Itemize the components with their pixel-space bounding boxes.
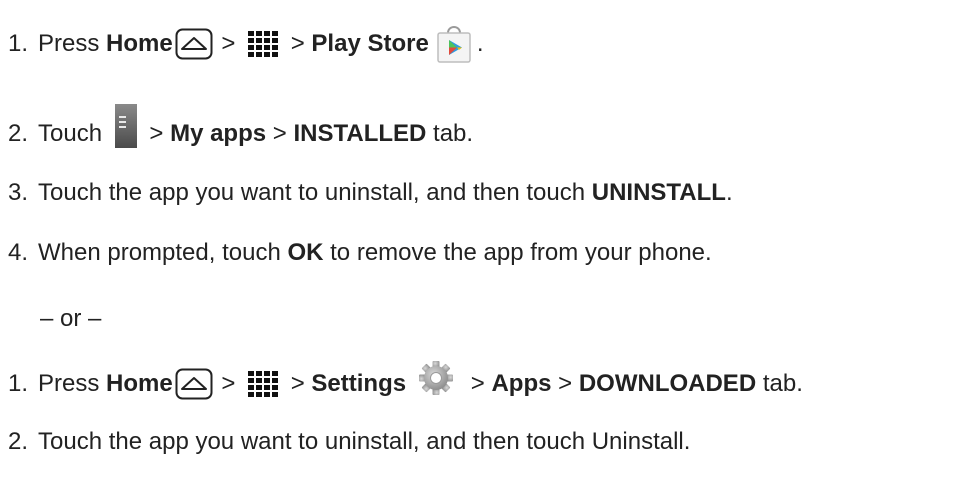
apps-grid-icon [248, 371, 279, 397]
step-text: Touch the app you want to uninstall, and… [38, 179, 592, 206]
step-a4: 4. When prompted, touch OK to remove the… [8, 233, 712, 273]
ok-label: OK [287, 239, 324, 266]
step-number: 4. [8, 239, 29, 266]
step-a2: 2. Touch > My apps > INSTALLED tab. [8, 104, 474, 154]
step-number: 3. [8, 179, 29, 206]
my-apps-label: My apps [170, 120, 267, 147]
separator: > [551, 370, 579, 397]
step-a3: 3. Touch the app you want to uninstall, … [8, 173, 733, 213]
step-text: Press [38, 30, 107, 57]
step-text: When prompted, touch [38, 239, 288, 266]
step-b2: 2. Touch the app you want to uninstall, … [8, 422, 690, 462]
separator: > [464, 370, 492, 397]
separator: > [214, 30, 243, 57]
step-end: tab. [756, 370, 803, 397]
step-end: to remove the app from your phone. [323, 239, 712, 266]
home-label: Home [106, 30, 173, 57]
step-end: tab. [426, 120, 474, 147]
step-text: Touch the app you want to uninstall, and… [38, 428, 691, 455]
separator: > [266, 120, 294, 147]
step-number: 1. [8, 370, 29, 397]
step-text: Touch [38, 120, 109, 147]
or-divider: – or – [40, 305, 102, 332]
gear-icon [419, 361, 454, 395]
home-label: Home [106, 370, 173, 397]
separator: > [214, 370, 243, 397]
step-end: . [725, 179, 733, 206]
step-number: 2. [8, 428, 29, 455]
home-icon [175, 28, 213, 60]
step-number: 1. [8, 30, 29, 57]
separator: > [142, 120, 171, 147]
apps-label: Apps [491, 370, 552, 397]
step-a1: 1. Press Home > > Play Store . [8, 24, 483, 64]
step-b1: 1. Press Home > > Settings > Apps > DOWN… [8, 361, 803, 404]
play-store-label: Play Store [311, 30, 429, 57]
separator: > [284, 370, 312, 397]
home-icon [175, 368, 213, 400]
step-end: . [476, 30, 484, 57]
step-number: 2. [8, 120, 29, 147]
apps-grid-icon [248, 31, 279, 57]
play-store-icon [437, 26, 471, 63]
uninstall-label: UNINSTALL [591, 179, 726, 206]
step-text: Press [38, 370, 107, 397]
menu-icon [114, 104, 137, 148]
settings-label: Settings [311, 370, 407, 397]
installed-tab-label: INSTALLED [293, 120, 427, 147]
downloaded-tab-label: DOWNLOADED [578, 370, 757, 397]
separator: > [284, 30, 312, 57]
